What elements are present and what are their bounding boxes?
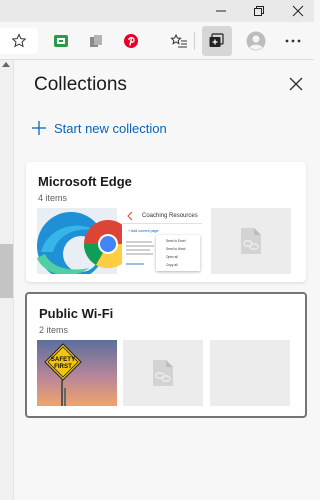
preview-menu-item: Copy all — [166, 263, 178, 267]
placeholder-thumbnail — [123, 340, 203, 406]
preview-title: Coaching Resources — [142, 213, 198, 219]
preview-add-current-page: + Add current page — [128, 229, 159, 233]
collection-card-public-wifi[interactable]: Public Wi-Fi 2 items SAFETY FIRST — [25, 292, 307, 418]
preview-header: Coaching Resources — [122, 208, 202, 224]
preview-text-line — [126, 253, 153, 255]
collection-name: Microsoft Edge — [38, 174, 132, 189]
more-options-button[interactable] — [278, 26, 308, 56]
grey-extension-icon — [90, 35, 102, 47]
pinterest-button[interactable] — [116, 26, 146, 56]
preview-context-menu: Send to Excel Send to Word Open all Copy… — [156, 235, 200, 271]
preview-menu-item: Open all — [166, 255, 178, 259]
favorites-button[interactable] — [164, 26, 194, 56]
start-new-collection-button[interactable]: Start new collection — [32, 118, 167, 138]
page-scrollbar[interactable] — [0, 60, 13, 500]
scroll-up-arrow-icon[interactable] — [2, 62, 10, 67]
profile-button[interactable] — [241, 26, 271, 56]
minimize-icon — [216, 10, 226, 12]
panel-close-button[interactable] — [286, 74, 306, 94]
preview-text-line — [126, 245, 154, 247]
toolbar-separator — [194, 32, 195, 50]
sign-text: FIRST — [54, 363, 72, 370]
plus-icon — [32, 121, 46, 135]
minimize-button[interactable] — [204, 0, 238, 22]
preview-text-line — [126, 241, 152, 243]
safety-first-sign-image: SAFETY FIRST — [37, 340, 117, 406]
preview-menu-item: Send to Excel — [166, 239, 186, 243]
collection-item-count: 2 items — [39, 325, 69, 335]
collections-icon — [209, 33, 224, 47]
scrollbar-thumb[interactable] — [0, 244, 13, 298]
preview-menu-item: Send to Word — [166, 247, 186, 251]
browser-toolbar — [0, 22, 314, 60]
pinterest-icon — [124, 34, 138, 48]
collections-panel: Collections Start new collection Microso… — [13, 60, 314, 500]
placeholder-thumbnail — [211, 208, 291, 274]
coaching-resources-thumbnail: Coaching Resources + Add current page Se… — [122, 208, 204, 274]
preview-text-line — [126, 263, 144, 265]
collection-item-count: 4 items — [38, 193, 68, 203]
close-icon — [292, 5, 304, 17]
restore-icon — [254, 6, 264, 16]
start-new-collection-label: Start new collection — [54, 120, 167, 136]
sign-text: SAFETY — [51, 356, 76, 363]
favorites-list-icon — [170, 33, 187, 48]
restore-button[interactable] — [242, 0, 276, 22]
preview-back-icon — [127, 211, 133, 221]
more-options-icon — [285, 39, 301, 43]
collection-card-microsoft-edge[interactable]: Microsoft Edge 4 items Coaching Resource… — [26, 162, 306, 282]
close-icon — [289, 77, 303, 91]
favorite-star-icon — [11, 33, 27, 48]
document-link-icon — [153, 360, 173, 386]
profile-avatar-icon — [246, 31, 266, 51]
chrome-logo-thumbnail — [82, 208, 126, 274]
grey-extension-button[interactable] — [81, 26, 111, 56]
green-extension-icon — [54, 35, 68, 47]
safety-first-thumbnail: SAFETY FIRST — [37, 340, 117, 406]
document-link-icon — [241, 228, 261, 254]
collection-name: Public Wi-Fi — [39, 306, 114, 321]
empty-thumbnail — [210, 340, 290, 406]
address-bar-favorite-button[interactable] — [0, 28, 38, 54]
panel-title: Collections — [34, 74, 127, 95]
preview-text-line — [126, 249, 150, 251]
collections-button[interactable] — [202, 26, 232, 56]
chrome-logo-image — [83, 220, 126, 269]
window-close-button[interactable] — [281, 0, 315, 22]
green-extension-button[interactable] — [46, 26, 76, 56]
window-title-bar — [0, 0, 314, 22]
